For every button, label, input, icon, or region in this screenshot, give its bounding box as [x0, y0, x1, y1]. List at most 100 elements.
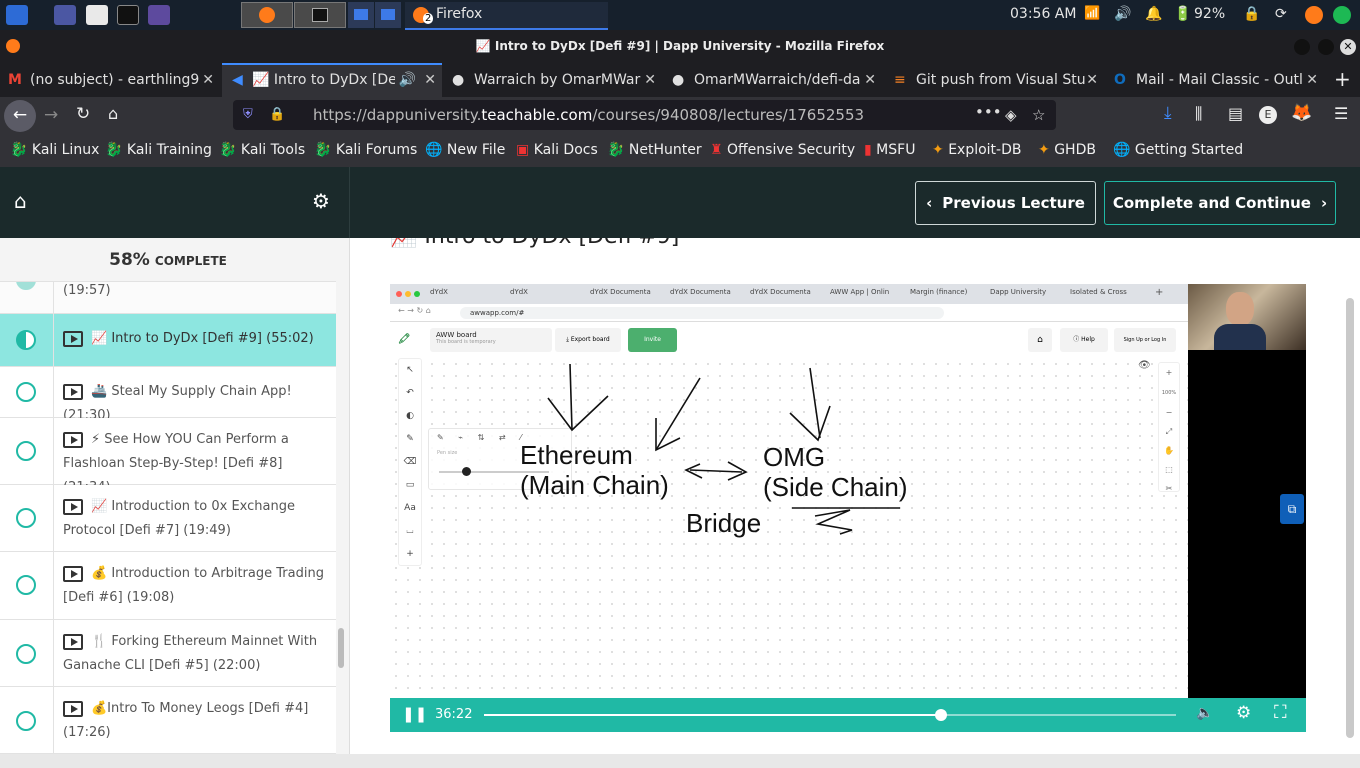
- bookmark-ghdb[interactable]: ✦ GHDB: [1038, 142, 1096, 158]
- settings-gear-icon[interactable]: ⚙: [1236, 703, 1251, 723]
- list-item[interactable]: ⚡ See How YOU Can Perform a Flashloan Ste…: [0, 418, 336, 495]
- task-firefox-window[interactable]: 2 Firefox: [405, 2, 608, 30]
- bookmark-star-icon[interactable]: ☆: [1032, 100, 1045, 130]
- pip-icon[interactable]: ⧉: [1280, 494, 1304, 524]
- new-tab-icon[interactable]: +: [1334, 67, 1351, 91]
- kali-icon: 🐉: [219, 142, 237, 158]
- pocket-icon[interactable]: ◈: [1005, 100, 1017, 130]
- inner-tab: Isolated & Cross: [1070, 288, 1127, 296]
- tab-github-1[interactable]: ● Warraich by OmarMWar ✕: [444, 65, 662, 95]
- close-tab-icon[interactable]: ✕: [1086, 65, 1098, 95]
- close-tab-icon[interactable]: ✕: [644, 65, 656, 95]
- kali-menu-icon[interactable]: [6, 5, 28, 25]
- files-icon[interactable]: [86, 5, 108, 25]
- back-icon[interactable]: ←: [4, 100, 36, 132]
- close-tab-icon[interactable]: ✕: [1306, 65, 1318, 95]
- clock[interactable]: 03:56 AM: [1010, 6, 1076, 22]
- firefox-icon: [6, 39, 20, 53]
- page-scrollbar[interactable]: [1346, 298, 1354, 738]
- lecture-heading: 📈 Intro to DyDx [Defi #9]: [390, 238, 679, 249]
- list-item[interactable]: 💰 Introduction to Arbitrage Trading [Defi…: [0, 552, 336, 620]
- list-item[interactable]: 🍴 Forking Ethereum Mainnet With Ganache C…: [0, 620, 336, 687]
- url-bar[interactable]: ⛨ 🔒 https://dappuniversity.teachable.com…: [233, 100, 1056, 130]
- home-icon[interactable]: ⌂: [108, 104, 118, 123]
- tab-dydx[interactable]: ◀ 📈 Intro to DyDx [Defi 🔊 ✕: [222, 63, 442, 97]
- ghdb-icon: ✦: [1038, 142, 1050, 158]
- gear-icon[interactable]: ⚙: [312, 189, 330, 213]
- padlock-icon[interactable]: 🔒: [269, 100, 285, 130]
- volume-icon[interactable]: 🔈: [1196, 705, 1213, 721]
- kali-icon: 🐉: [105, 142, 123, 158]
- task-terminal-thumb[interactable]: [294, 2, 346, 28]
- wifi-icon[interactable]: 📶: [1084, 6, 1100, 21]
- inner-tab: dYdX Documenta: [590, 288, 651, 296]
- refresh-icon[interactable]: ⟳: [1275, 6, 1287, 22]
- tab-gmail[interactable]: M (no subject) - earthling9 ✕: [0, 65, 220, 95]
- minimize-icon[interactable]: [1294, 39, 1310, 55]
- bookmark-kali-docs[interactable]: ▣ Kali Docs: [516, 142, 598, 158]
- bookmark-new-file[interactable]: 🌐 New File: [425, 142, 505, 158]
- pause-icon[interactable]: ❚❚: [402, 705, 427, 723]
- seek-bar[interactable]: [484, 709, 1176, 721]
- video-player[interactable]: dYdX dYdX dYdX Documenta dYdX Documenta dYdX…: [390, 284, 1306, 732]
- bookmark-kali-forums[interactable]: 🐉 Kali Forums: [314, 142, 417, 158]
- terminal-icon[interactable]: [117, 5, 139, 25]
- task-blue-2[interactable]: [375, 2, 401, 28]
- bookmark-msfu[interactable]: ▮ MSFU: [864, 142, 915, 158]
- tab-github-2[interactable]: ● OmarMWarraich/defi-da ✕: [664, 65, 882, 95]
- sidebar-scrollbar[interactable]: [338, 628, 344, 668]
- task-blue-1[interactable]: [348, 2, 374, 28]
- close-tab-icon[interactable]: ✕: [424, 65, 436, 95]
- offsec-icon: ♜: [710, 142, 723, 158]
- menu-icon[interactable]: ☰: [1334, 104, 1348, 123]
- list-item-current[interactable]: 📈 Intro to DyDx [Defi #9] (55:02): [0, 314, 336, 367]
- lecture-title: 💰 Introduction to Arbitrage Trading [Defi…: [63, 565, 324, 605]
- tab-outlook[interactable]: O Mail - Mail Classic - Outl ✕: [1106, 65, 1324, 95]
- task-firefox-thumb[interactable]: [241, 2, 293, 28]
- maximize-icon[interactable]: [1318, 39, 1334, 55]
- bookmark-exploit-db[interactable]: ✦ Exploit-DB: [932, 142, 1021, 158]
- workspace-icon[interactable]: [54, 5, 76, 25]
- bookmark-offsec[interactable]: ♜ Offensive Security: [710, 142, 855, 158]
- metamask-icon[interactable]: 🦊: [1291, 103, 1312, 123]
- list-item[interactable]: 💰Intro To Money Leogs [Defi #4] (17:26): [0, 687, 336, 754]
- lecture-title: 📈 Introduction to 0x Exchange Protocol [D…: [63, 498, 295, 538]
- screen-recorder-icon[interactable]: [148, 5, 170, 25]
- battery-icon[interactable]: 🔋: [1174, 6, 1191, 22]
- firefox-tray-icon[interactable]: [1305, 6, 1323, 24]
- close-icon[interactable]: ✕: [1340, 39, 1356, 55]
- bookmark-kali-tools[interactable]: 🐉 Kali Tools: [219, 142, 305, 158]
- bell-icon[interactable]: 🔔: [1145, 6, 1162, 22]
- library-icon[interactable]: ⫼: [1195, 104, 1202, 124]
- spotify-icon[interactable]: [1333, 6, 1351, 24]
- sidebar-icon[interactable]: ▤: [1228, 104, 1243, 123]
- aww-logo: 🖍: [398, 334, 411, 345]
- previous-lecture-button[interactable]: ‹ Previous Lecture: [915, 181, 1096, 225]
- list-item[interactable]: 📈 Introduction to 0x Exchange Protocol [D…: [0, 485, 336, 552]
- close-tab-icon[interactable]: ✕: [202, 65, 214, 95]
- extension-icon[interactable]: E: [1259, 106, 1277, 124]
- close-tab-icon[interactable]: ✕: [864, 65, 876, 95]
- bookmark-kali-training[interactable]: 🐉 Kali Training: [105, 142, 212, 158]
- tab-stackoverflow[interactable]: ≡ Git push from Visual Stu ✕: [886, 65, 1104, 95]
- inner-tab: dYdX: [510, 288, 528, 296]
- volume-icon[interactable]: 🔊: [1114, 6, 1131, 22]
- video-icon: [63, 431, 83, 448]
- speaker-icon[interactable]: 🔊: [394, 65, 416, 95]
- reload-icon[interactable]: ↻: [76, 104, 90, 124]
- downloads-icon[interactable]: ⤓: [1164, 103, 1172, 123]
- lock-icon[interactable]: 🔒: [1243, 6, 1260, 22]
- outlook-icon: O: [1114, 72, 1126, 88]
- more-actions-icon[interactable]: •••: [975, 97, 1002, 127]
- complete-continue-button[interactable]: Complete and Continue ›: [1104, 181, 1336, 225]
- fullscreen-icon[interactable]: ⛶: [1274, 702, 1287, 723]
- list-item[interactable]: 🚢 Steal My Supply Chain App! (21:30): [0, 367, 336, 423]
- shield-icon[interactable]: ⛨: [243, 100, 253, 130]
- seek-handle[interactable]: [934, 709, 947, 721]
- home-icon[interactable]: ⌂: [14, 189, 27, 213]
- bookmark-nethunter[interactable]: 🐉 NetHunter: [607, 142, 702, 158]
- bookmark-kali-linux[interactable]: 🐉 Kali Linux: [10, 142, 99, 158]
- forward-icon[interactable]: →: [44, 105, 58, 125]
- current-time: 36:22: [435, 707, 473, 722]
- bookmark-getting-started[interactable]: 🌐 Getting Started: [1113, 142, 1243, 158]
